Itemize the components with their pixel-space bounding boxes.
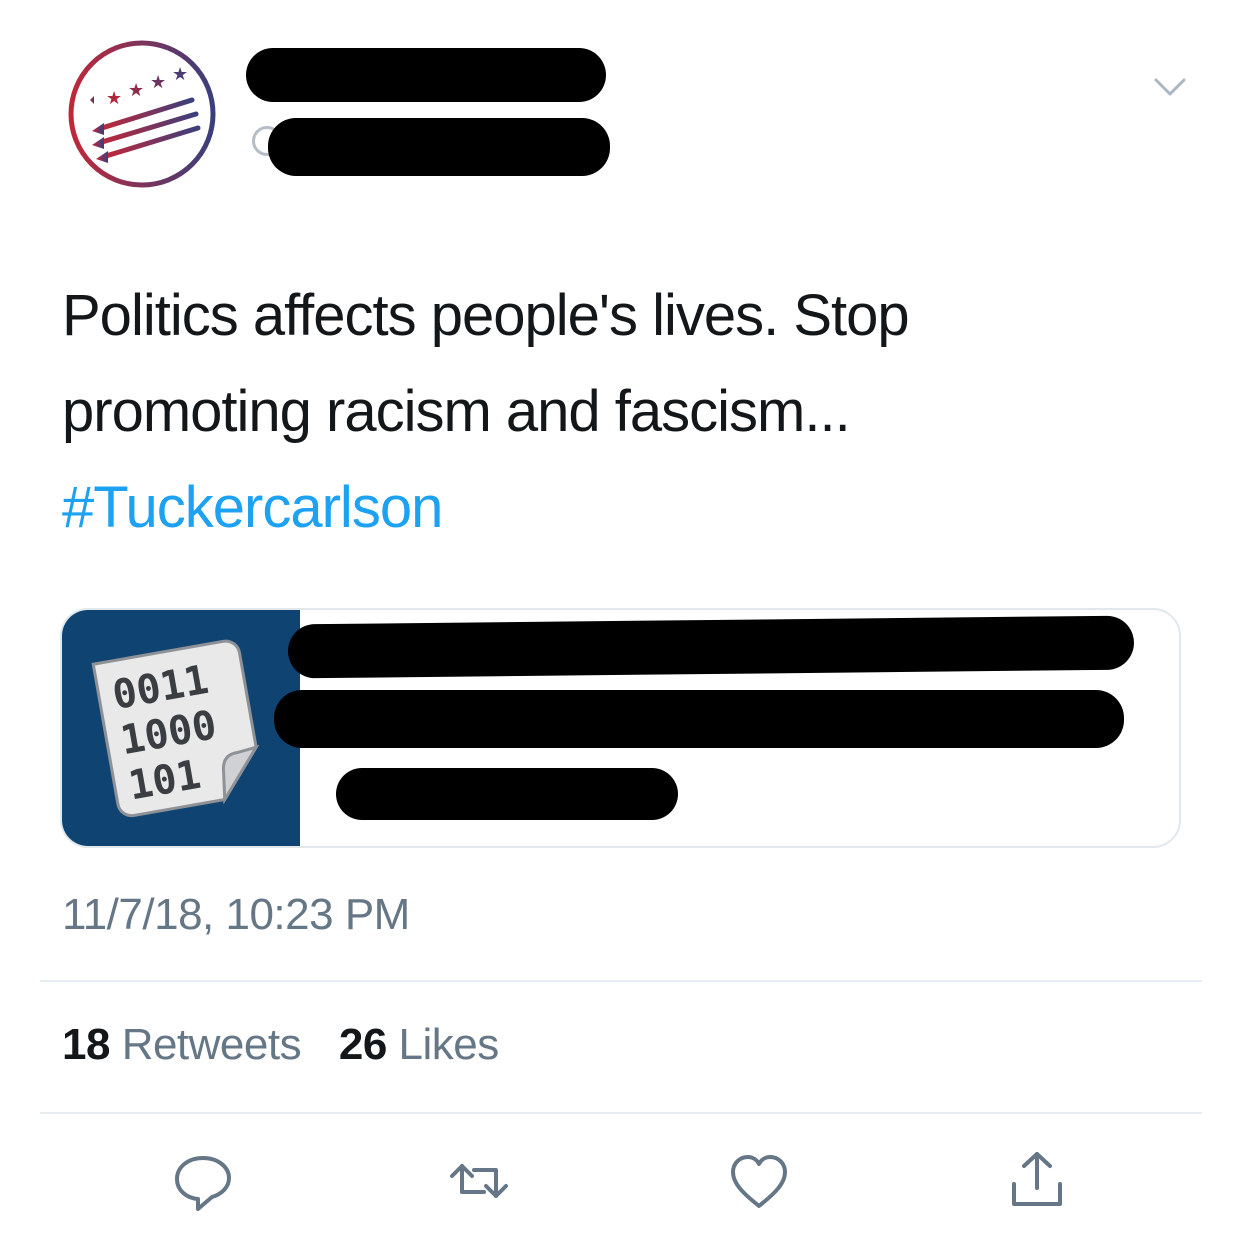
binary-document-icon: 0011 1000 101 — [91, 639, 260, 818]
reply-icon[interactable] — [168, 1146, 238, 1216]
likes-stat[interactable]: 26 Likes — [339, 1020, 499, 1069]
redacted-display-name — [246, 48, 606, 102]
hashtag-link[interactable]: #Tuckercarlson — [62, 460, 1162, 556]
svg-text:★: ★ — [150, 72, 166, 93]
link-card[interactable]: 0011 1000 101 — [60, 608, 1181, 848]
likes-label: Likes — [398, 1020, 500, 1069]
avatar[interactable]: ★ ★ ★ ★ — [66, 38, 218, 190]
likes-count: 26 — [338, 1020, 387, 1069]
dc-flag-logo: ★ ★ ★ ★ — [68, 40, 216, 188]
retweet-icon[interactable] — [444, 1146, 514, 1216]
share-icon[interactable] — [1002, 1146, 1072, 1216]
redacted-card-title — [287, 615, 1135, 679]
divider — [40, 980, 1202, 982]
svg-text:★: ★ — [128, 80, 144, 101]
retweets-stat[interactable]: 18 Retweets — [62, 1020, 302, 1069]
svg-text:★: ★ — [172, 64, 188, 85]
chevron-down-icon[interactable] — [1152, 70, 1188, 106]
timestamp[interactable]: 11/7/18, 10:23 PM — [62, 890, 410, 940]
svg-text:★: ★ — [106, 88, 122, 109]
redacted-username — [268, 118, 610, 176]
redacted-card-description — [274, 690, 1124, 748]
divider — [40, 1112, 1202, 1114]
redacted-card-domain — [336, 768, 678, 820]
engagement-stats: 18 Retweets 26 Likes — [62, 1020, 525, 1070]
card-thumbnail: 0011 1000 101 — [62, 610, 300, 846]
tweet-body: Politics affects people's lives. Stop pr… — [62, 283, 910, 444]
retweets-label: Retweets — [121, 1020, 302, 1069]
heart-icon[interactable] — [724, 1146, 794, 1216]
retweets-count: 18 — [62, 1020, 110, 1069]
tweet-text: Politics affects people's lives. Stop pr… — [62, 268, 1162, 556]
